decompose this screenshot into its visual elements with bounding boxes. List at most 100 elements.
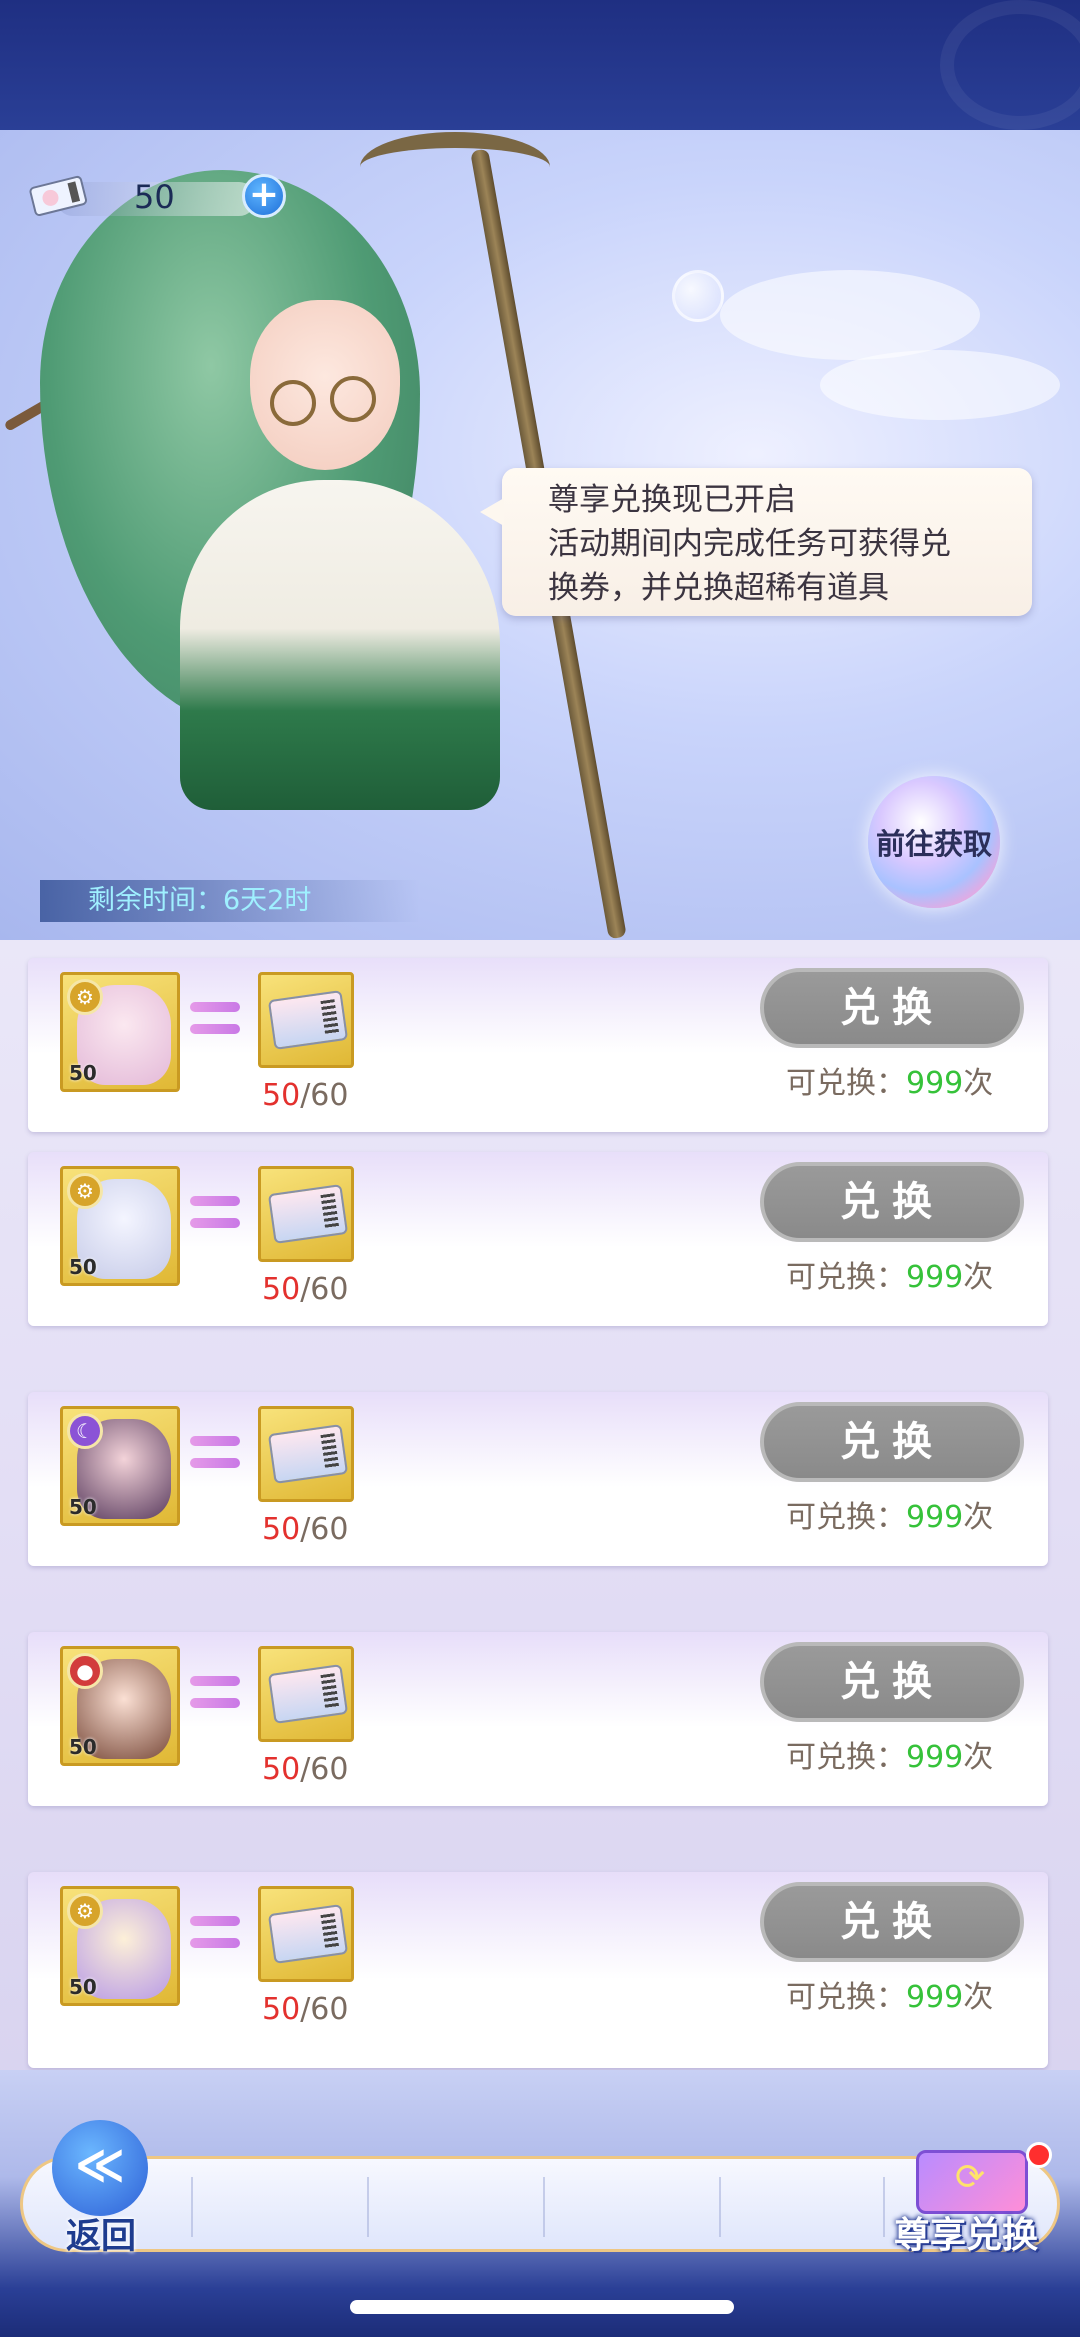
header-decoration [940, 0, 1080, 130]
ticket-item[interactable] [258, 1406, 354, 1502]
progress-current: 50 [262, 1992, 301, 2027]
exchange-progress: 50/60 [262, 1992, 348, 2027]
exchange-row: ☾ 50 50/60 兑换 可兑换：999次 [28, 1392, 1048, 1566]
progress-current: 50 [262, 1512, 301, 1547]
premium-exchange-button[interactable]: 尊享兑换 [890, 2136, 1070, 2256]
add-ticket-button[interactable]: + [242, 174, 286, 218]
ticket-icon [267, 1904, 349, 1964]
available-count: 可兑换：999次 [786, 1972, 993, 2016]
ticket-icon [267, 1184, 349, 1244]
ticket-item[interactable] [258, 972, 354, 1068]
cloud [720, 270, 980, 360]
available-unit: 次 [963, 1500, 994, 1535]
exchange-row: ⚙ 50 50/60 兑换 可兑换：999次 [28, 958, 1048, 1132]
equals-icon [190, 1916, 240, 1956]
available-count: 可兑换：999次 [786, 1732, 993, 1776]
speech-line: 尊享兑换现已开启 [548, 482, 796, 518]
exchange-button[interactable]: 兑换 [760, 1402, 1024, 1482]
exchange-progress: 50/60 [262, 1512, 348, 1547]
exchange-button[interactable]: 兑换 [760, 968, 1024, 1048]
progress-total: /60 [300, 1752, 349, 1787]
available-count: 可兑换：999次 [786, 1252, 993, 1296]
progress-total: /60 [300, 1512, 349, 1547]
nav-divider [191, 2177, 193, 2237]
back-label: 返回 [66, 2217, 137, 2257]
character-card[interactable]: ⚙ 50 [60, 972, 180, 1092]
speech-line: 换券，并兑换超稀有道具 [548, 570, 889, 606]
gear-icon: ⚙ [67, 979, 103, 1015]
nav-divider [543, 2177, 545, 2237]
exchange-progress: 50/60 [262, 1272, 348, 1307]
available-number: 999 [906, 1980, 964, 2015]
ticket-item[interactable] [258, 1166, 354, 1262]
home-indicator[interactable] [350, 2300, 734, 2314]
available-unit: 次 [963, 1980, 994, 2015]
top-header [0, 0, 1080, 130]
goto-obtain-button[interactable]: 前往获取 [868, 776, 1000, 908]
ticket-icon [267, 1424, 349, 1484]
exchange-row: ⚙ 50 50/60 兑换 可兑换：999次 [28, 1152, 1048, 1326]
available-label: 可兑换： [786, 1066, 906, 1101]
available-unit: 次 [963, 1066, 994, 1101]
character-card[interactable]: ⚙ 50 [60, 1886, 180, 2006]
ticket-counter: 50 + [26, 172, 286, 218]
available-unit: 次 [963, 1260, 994, 1295]
available-label: 可兑换： [786, 1500, 906, 1535]
speech-line: 活动期间内完成任务可获得兑 [548, 526, 951, 562]
progress-total: /60 [300, 1272, 349, 1307]
potion-icon: ● [67, 1653, 103, 1689]
glasses-right [330, 376, 376, 422]
ticket-item[interactable] [258, 1886, 354, 1982]
speech-bubble: 尊享兑换现已开启 活动期间内完成任务可获得兑 换券，并兑换超稀有道具 [480, 468, 1032, 616]
card-quantity: 50 [69, 1255, 97, 1279]
bubble-decoration [672, 270, 724, 322]
exchange-button[interactable]: 兑换 [760, 1882, 1024, 1962]
card-quantity: 50 [69, 1495, 97, 1519]
available-label: 可兑换： [786, 1740, 906, 1775]
equals-icon [190, 1002, 240, 1042]
exchange-progress: 50/60 [262, 1078, 348, 1113]
progress-current: 50 [262, 1752, 301, 1787]
equals-icon [190, 1196, 240, 1236]
card-quantity: 50 [69, 1975, 97, 1999]
equals-icon [190, 1676, 240, 1716]
ticket-icon [267, 990, 349, 1050]
exchange-row: ⚙ 50 50/60 兑换 可兑换：999次 [28, 1872, 1048, 2068]
character-card[interactable]: ● 50 [60, 1646, 180, 1766]
goto-obtain-label: 前往获取 [875, 827, 992, 861]
progress-total: /60 [300, 1992, 349, 2027]
progress-current: 50 [262, 1078, 301, 1113]
notification-dot [1026, 2142, 1052, 2168]
nav-divider [719, 2177, 721, 2237]
available-unit: 次 [963, 1740, 994, 1775]
exchange-button[interactable]: 兑换 [760, 1162, 1024, 1242]
exchange-row: ● 50 50/60 兑换 可兑换：999次 [28, 1632, 1048, 1806]
progress-total: /60 [300, 1078, 349, 1113]
ticket-count: 50 [134, 178, 175, 216]
available-number: 999 [906, 1740, 964, 1775]
staff-top-illustration [360, 132, 550, 202]
cloud [820, 350, 1060, 420]
available-label: 可兑换： [786, 1980, 906, 2015]
ticket-icon [29, 175, 88, 216]
character-card[interactable]: ⚙ 50 [60, 1166, 180, 1286]
ticket-item[interactable] [258, 1646, 354, 1742]
remaining-time: 剩余时间：6天2时 [40, 880, 420, 922]
ticket-icon [267, 1664, 349, 1724]
exchange-progress: 50/60 [262, 1752, 348, 1787]
available-number: 999 [906, 1066, 964, 1101]
character-card[interactable]: ☾ 50 [60, 1406, 180, 1526]
gear-icon: ⚙ [67, 1893, 103, 1929]
available-count: 可兑换：999次 [786, 1492, 993, 1536]
exchange-button[interactable]: 兑换 [760, 1642, 1024, 1722]
back-arrow-icon: ≪ [52, 2120, 148, 2216]
card-quantity: 50 [69, 1735, 97, 1759]
nav-divider [367, 2177, 369, 2237]
back-button[interactable]: ≪ 返回 [42, 2120, 162, 2257]
nav-divider [883, 2177, 885, 2237]
available-number: 999 [906, 1260, 964, 1295]
progress-current: 50 [262, 1272, 301, 1307]
equals-icon [190, 1436, 240, 1476]
character-face [250, 300, 400, 470]
character-body [180, 480, 500, 810]
